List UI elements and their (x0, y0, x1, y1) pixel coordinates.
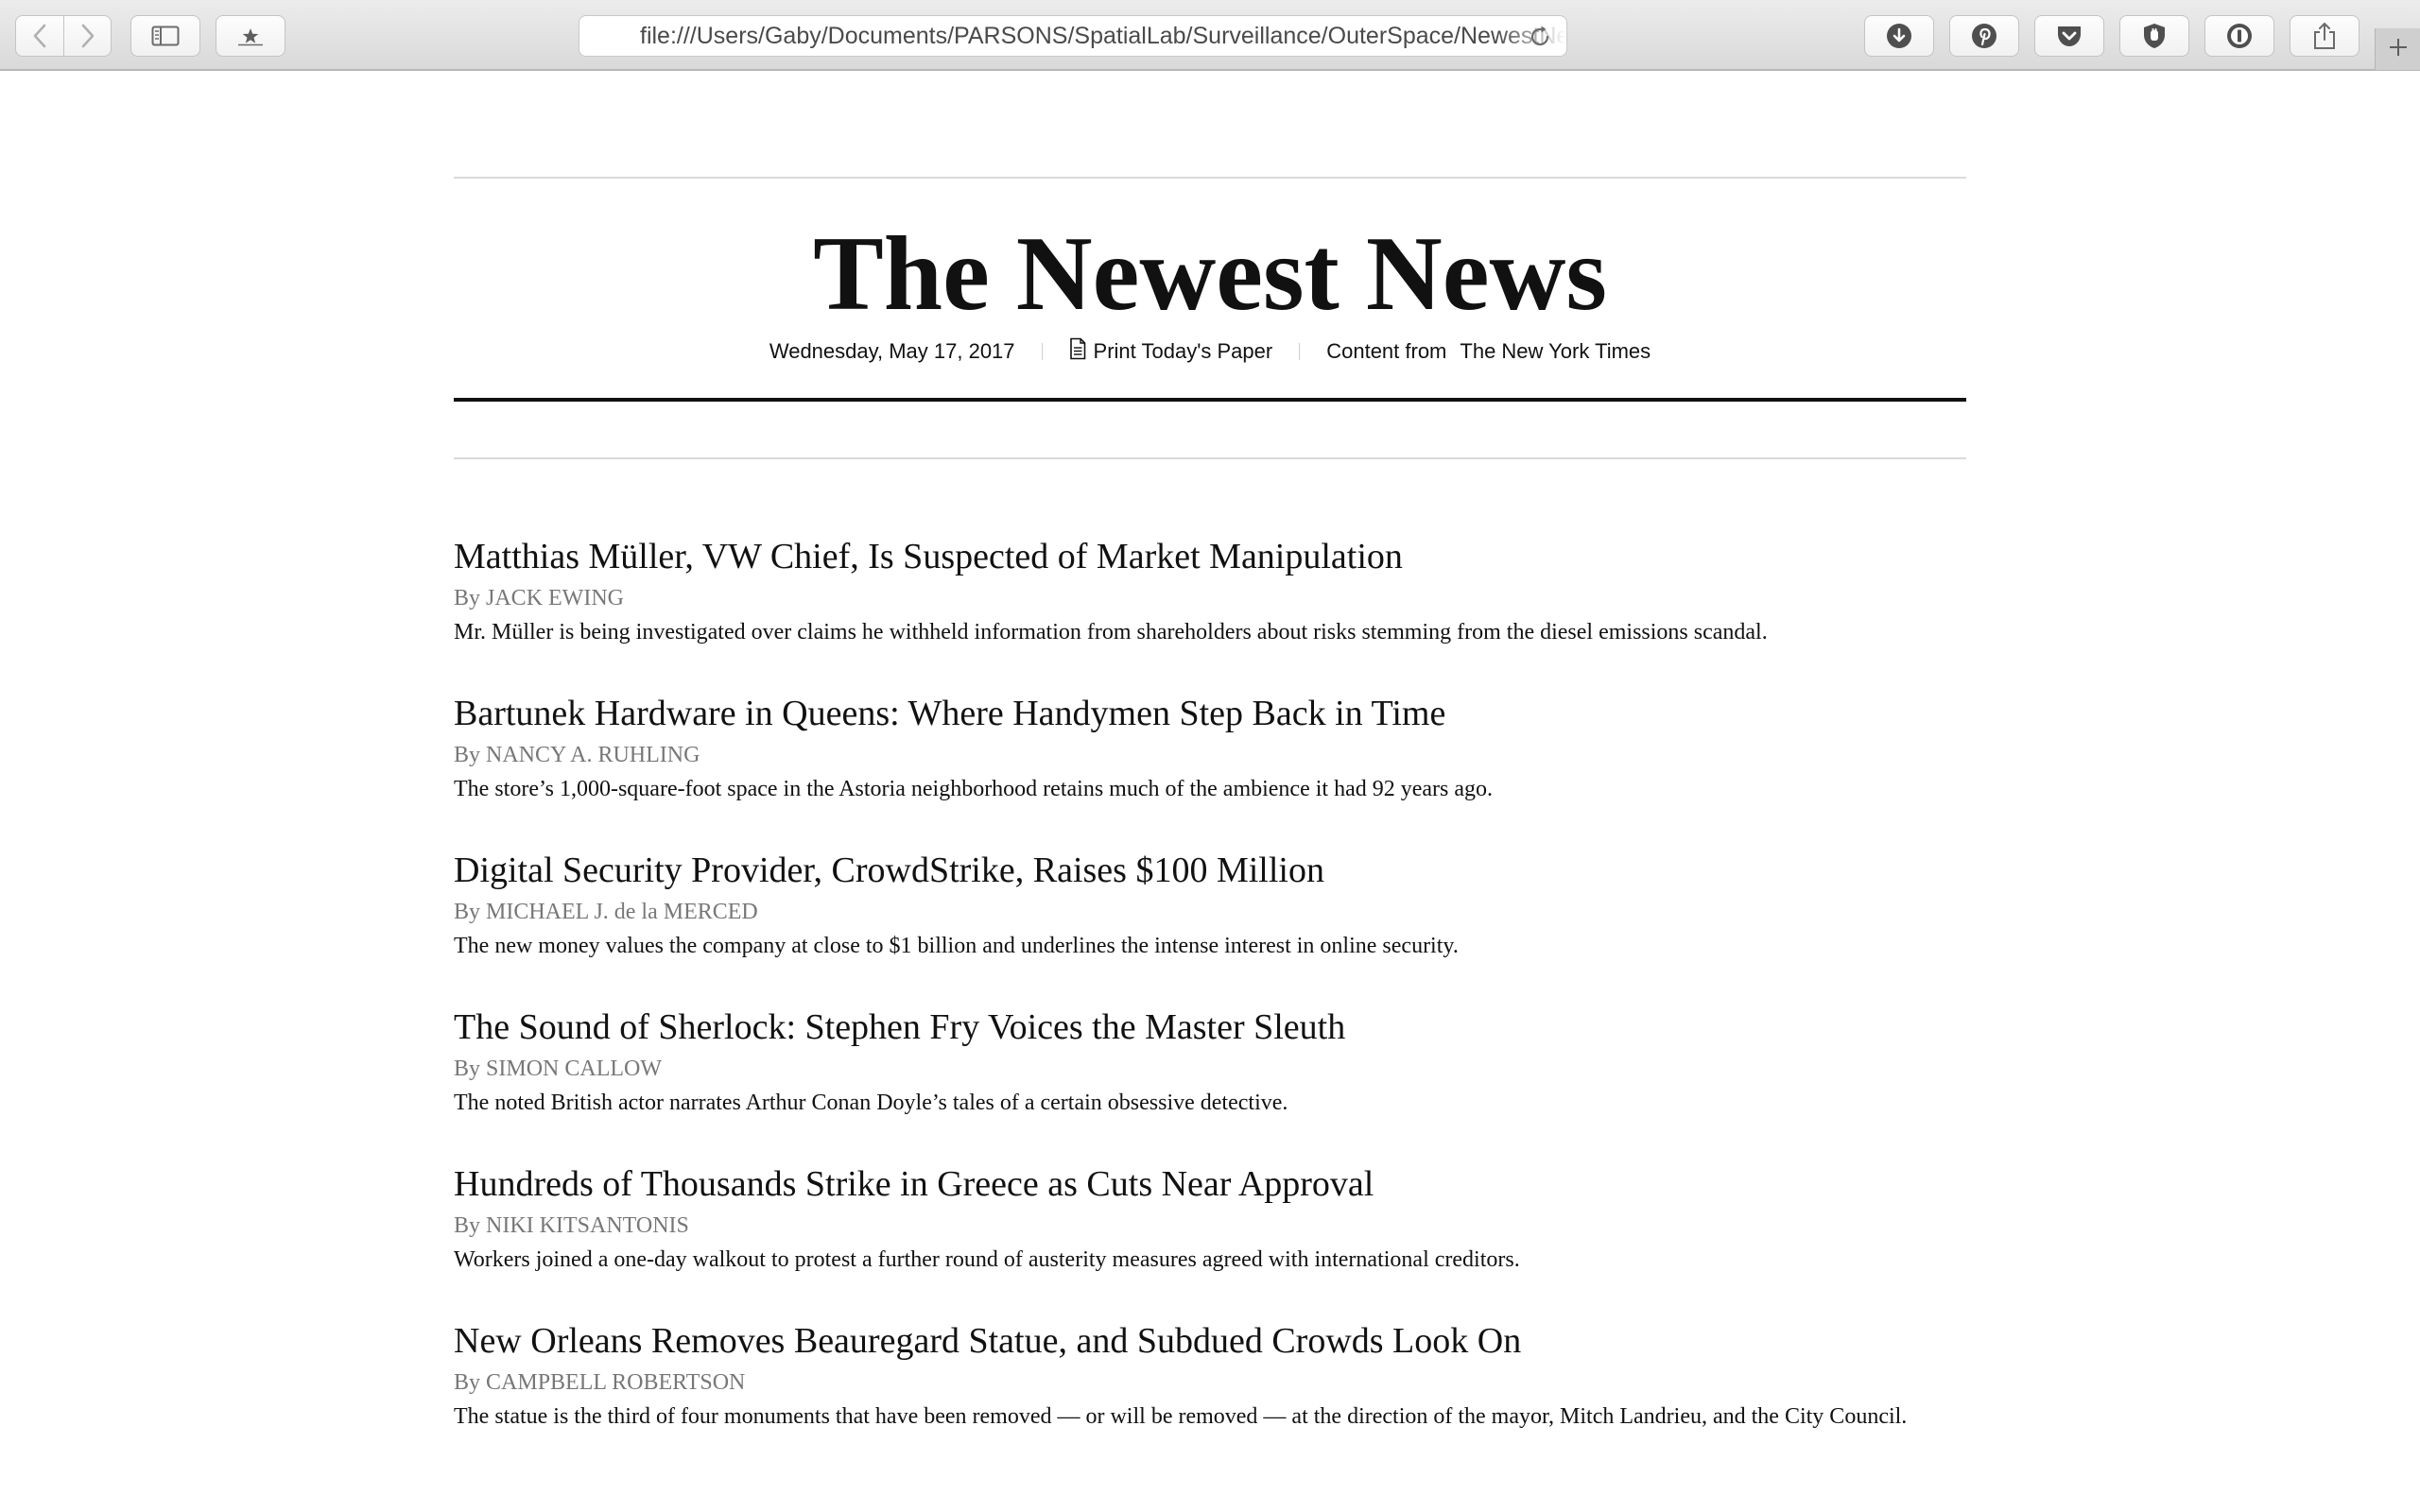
plus-icon (2388, 37, 2409, 62)
top-divider (454, 177, 1966, 179)
article-summary: The store’s 1,000-square-foot space in t… (454, 777, 1494, 801)
address-bar[interactable]: file:///Users/Gaby/Documents/PARSONS/Spa… (579, 15, 1567, 57)
pocket-icon (2055, 23, 2083, 49)
back-button[interactable] (15, 15, 64, 57)
article-summary: The statue is the third of four monument… (454, 1404, 1908, 1429)
masthead-date: Wednesday, May 17, 2017 (769, 339, 1015, 363)
masthead-meta: Wednesday, May 17, 2017 Print Today's Pa… (454, 337, 1966, 366)
article-headline[interactable]: Hundreds of Thousands Strike in Greece a… (454, 1161, 1966, 1207)
share-icon (2312, 22, 2337, 50)
article-byline: By MICHAEL J. de la MERCED (454, 900, 758, 924)
document-icon (1069, 337, 1086, 366)
share-button[interactable] (2290, 15, 2360, 57)
keyhole-icon (2225, 22, 2254, 50)
masthead-divider (454, 398, 1966, 402)
article-item: The Sound of Sherlock: Stephen Fry Voice… (454, 1005, 1966, 1161)
article-byline: By NIKI KITSANTONIS (454, 1213, 689, 1238)
sidebar-button[interactable] (130, 15, 200, 57)
hand-icon (2140, 22, 2169, 50)
download-icon (1885, 22, 1913, 50)
article-headline[interactable]: Bartunek Hardware in Queens: Where Handy… (454, 691, 1966, 736)
article-summary: Workers joined a one-day walkout to prot… (454, 1247, 1520, 1272)
article-byline: By SIMON CALLOW (454, 1057, 662, 1081)
password-manager-button[interactable] (2204, 15, 2274, 57)
article-item: Matthias Müller, VW Chief, Is Suspected … (454, 534, 1966, 691)
article-headline[interactable]: Matthias Müller, VW Chief, Is Suspected … (454, 534, 1966, 579)
meta-separator (1041, 343, 1043, 360)
chevron-right-icon (80, 24, 95, 48)
article-headline[interactable]: The Sound of Sherlock: Stephen Fry Voice… (454, 1005, 1966, 1050)
article-headline[interactable]: New Orleans Removes Beauregard Statue, a… (454, 1318, 1966, 1364)
pocket-button[interactable] (2034, 15, 2104, 57)
article-item: Bartunek Hardware in Queens: Where Handy… (454, 691, 1966, 848)
print-link[interactable]: Print Today's Paper (1069, 337, 1273, 366)
article-summary: The noted British actor narrates Arthur … (454, 1091, 1288, 1115)
masthead-title: The Newest News (813, 215, 1607, 333)
meta-separator (1299, 343, 1301, 360)
article-headline[interactable]: Digital Security Provider, CrowdStrike, … (454, 848, 1966, 893)
block-button[interactable] (2119, 15, 2189, 57)
article-byline: By JACK EWING (454, 586, 624, 610)
downloads-button[interactable] (1864, 15, 1934, 57)
article-item: Digital Security Provider, CrowdStrike, … (454, 848, 1966, 1005)
article-byline: By NANCY A. RUHLING (454, 743, 700, 767)
top-sites-button[interactable] (216, 15, 285, 57)
browser-toolbar: file:///Users/Gaby/Documents/PARSONS/Spa… (0, 0, 2420, 71)
source-link[interactable]: The New York Times (1460, 339, 1651, 364)
article-item: New Orleans Removes Beauregard Statue, a… (454, 1318, 1966, 1475)
url-text[interactable]: file:///Users/Gaby/Documents/PARSONS/Spa… (579, 23, 1566, 50)
content-from-label: Content from (1326, 339, 1447, 363)
article-summary: Mr. Müller is being investigated over cl… (454, 620, 1768, 644)
print-label[interactable]: Print Today's Paper (1094, 339, 1273, 364)
article-list: Matthias Müller, VW Chief, Is Suspected … (454, 534, 1966, 1475)
sidebar-icon (151, 26, 180, 46)
chevron-left-icon (32, 24, 47, 48)
forward-button[interactable] (64, 15, 112, 57)
article-item: Hundreds of Thousands Strike in Greece a… (454, 1161, 1966, 1318)
article-summary: The new money values the company at clos… (454, 934, 1459, 958)
article-byline: By CAMPBELL ROBERTSON (454, 1370, 746, 1395)
new-tab-button[interactable] (2375, 28, 2420, 70)
star-icon (235, 26, 266, 46)
pinterest-button[interactable] (1949, 15, 2019, 57)
reload-icon[interactable] (1527, 24, 1553, 55)
section-divider (454, 457, 1966, 459)
pinterest-icon (1970, 22, 1998, 50)
